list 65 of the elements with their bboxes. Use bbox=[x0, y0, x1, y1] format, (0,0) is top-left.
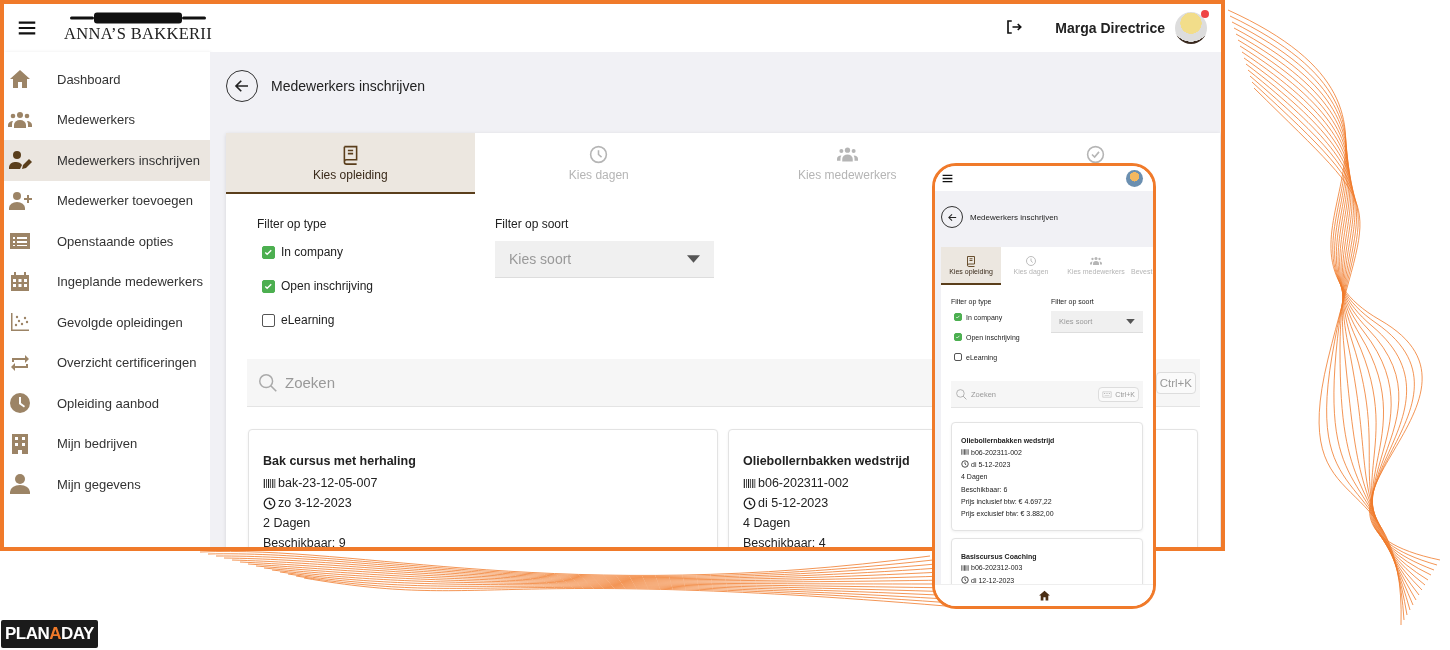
brand-logo: PLANADAY bbox=[1, 620, 98, 648]
course-code: b06-202311-002 bbox=[758, 476, 849, 490]
sidebar-item[interactable]: Gevolgde opleidingen bbox=[4, 302, 210, 343]
caret-icon bbox=[1126, 319, 1135, 324]
clock-icon bbox=[1025, 255, 1037, 267]
checkbox-option[interactable]: In company bbox=[257, 235, 495, 269]
clock-icon bbox=[961, 576, 969, 584]
sidebar-item[interactable]: Dashboard bbox=[4, 59, 210, 100]
checkmark-icon bbox=[955, 334, 961, 340]
course-card[interactable]: Bak cursus met herhaling bak-23-12-05-007 zo 3-12-2023 2 Dagen Beschikbaar: 9 bbox=[248, 429, 718, 547]
logout-icon bbox=[1005, 18, 1024, 36]
home-button[interactable] bbox=[1037, 589, 1051, 602]
check-circle-icon bbox=[1085, 144, 1107, 165]
clock-icon bbox=[743, 496, 756, 510]
menu-icon bbox=[941, 172, 954, 185]
clock-icon bbox=[8, 391, 32, 416]
checkbox-option[interactable]: eLearning bbox=[257, 303, 495, 337]
course-days: 4 Dagen bbox=[743, 513, 791, 533]
filter-label: Filter op type bbox=[257, 217, 328, 231]
clock-icon bbox=[588, 144, 610, 165]
barcode-icon bbox=[961, 448, 969, 457]
arrow-left-icon bbox=[233, 77, 251, 95]
course-date: zo 3-12-2023 bbox=[278, 496, 352, 510]
barcode-icon bbox=[263, 476, 276, 490]
sidebar-item[interactable]: Mijn bedrijven bbox=[4, 423, 210, 464]
avatar-photo[interactable] bbox=[1175, 12, 1207, 44]
course-code: bak-23-12-05-007 bbox=[278, 476, 378, 490]
logo[interactable]: ANNA’S BAKKERII bbox=[64, 12, 212, 44]
people-icon bbox=[1090, 255, 1102, 267]
arrow-left-icon bbox=[946, 211, 958, 223]
filter-label: Filter op soort bbox=[495, 217, 570, 231]
sidebar-item[interactable]: Ingeplande medewerkers bbox=[4, 261, 210, 302]
book-icon bbox=[965, 255, 977, 267]
page-title: Medewerkers inschrijven bbox=[970, 212, 1059, 222]
sidebar-item[interactable]: Overzicht certificeringen bbox=[4, 342, 210, 383]
course-title: Bak cursus met herhaling bbox=[263, 454, 416, 468]
clock-icon bbox=[961, 460, 969, 469]
shortcut-hint: Ctrl+K bbox=[1155, 371, 1196, 394]
checkbox-option[interactable]: Open inschrijving bbox=[257, 269, 495, 303]
sidebar-item[interactable]: Mijn gegevens bbox=[4, 464, 210, 505]
keyboard-icon bbox=[1102, 389, 1113, 399]
course-available: Beschikbaar: 9 bbox=[263, 535, 346, 547]
checkmark-icon bbox=[955, 314, 961, 320]
clock-icon bbox=[263, 496, 276, 510]
sidebar-item[interactable]: Medewerkers bbox=[4, 99, 210, 140]
sidebar-item[interactable]: Opleiding aanbod bbox=[4, 383, 210, 424]
home-icon bbox=[1037, 589, 1051, 602]
step-tab[interactable]: Kies opleiding bbox=[226, 133, 475, 194]
calendar-icon bbox=[8, 269, 32, 294]
course-days: 2 Dagen bbox=[263, 513, 311, 533]
sidebar-item[interactable]: Medewerkers inschrijven bbox=[4, 140, 210, 181]
user-icon bbox=[8, 472, 32, 497]
sidebar-item[interactable]: Medewerker toevoegen bbox=[4, 180, 210, 221]
menu-button[interactable] bbox=[941, 172, 954, 185]
course-date: di 5-12-2023 bbox=[758, 496, 829, 510]
barcode-icon bbox=[961, 563, 969, 572]
search-icon bbox=[257, 371, 279, 394]
course-title: Oliebollernbakken wedstrijd bbox=[743, 454, 910, 468]
barcode-icon bbox=[743, 476, 756, 490]
course-available: Beschikbaar: 4 bbox=[743, 535, 826, 547]
caret-icon bbox=[687, 255, 700, 263]
sidebar-item[interactable]: Openstaande opties bbox=[4, 221, 210, 262]
search-icon bbox=[955, 387, 968, 401]
page-title: Medewerkers inschrijven bbox=[271, 78, 426, 94]
user-name: Marga Directrice bbox=[1055, 20, 1165, 36]
